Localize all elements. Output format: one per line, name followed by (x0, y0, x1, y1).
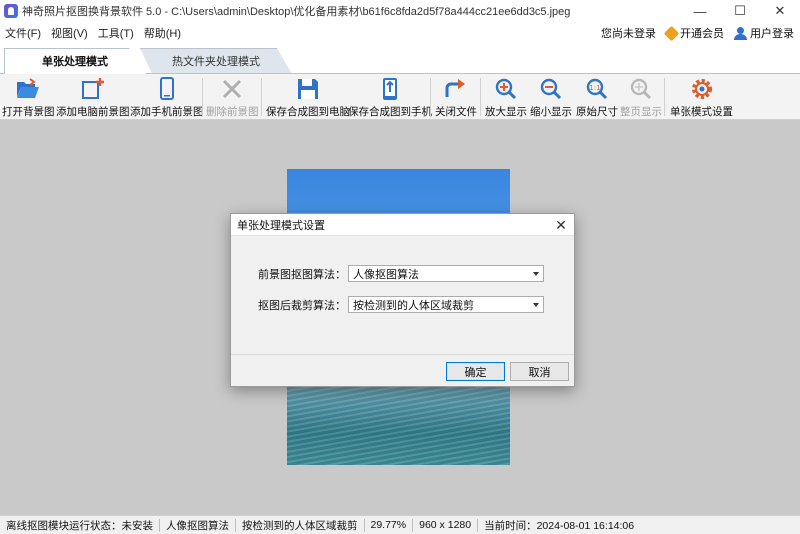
menu-bar: 文件(F) 视图(V) 工具(T) 帮助(H) 您尚未登录 开通会员 用户登录 (0, 22, 800, 44)
add-pc-foreground-button[interactable]: 添加电脑前景图 (56, 76, 130, 119)
mode-tabs: 热文件夹处理模式 单张处理模式 (0, 44, 800, 74)
status-dimensions: 960 x 1280 (413, 518, 479, 532)
dialog-close-button[interactable]: ✕ (548, 214, 574, 236)
crop-algo-label: 抠图后裁剪算法： (258, 299, 346, 312)
gear-icon (689, 76, 715, 102)
cancel-button[interactable]: 取消 (510, 362, 569, 381)
add-phone-foreground-button[interactable]: 添加手机前景图 (130, 76, 204, 119)
fit-page-label: 整页显示 (620, 106, 662, 118)
user-login-link[interactable]: 用户登录 (734, 25, 794, 41)
settings-dialog: 单张处理模式设置 ✕ 前景图抠图算法： 人像抠图算法 抠图后裁剪算法： 按检测到… (230, 213, 575, 387)
title-bar: 神奇照片抠图换背景软件 5.0 - C:\Users\admin\Desktop… (0, 0, 800, 22)
svg-text:1:1: 1:1 (589, 84, 600, 92)
status-crop: 按检测到的人体区域裁剪 (236, 518, 365, 532)
zoom-out-button[interactable]: 缩小显示 (530, 76, 572, 119)
phone-upload-icon (377, 76, 403, 102)
delete-foreground-button[interactable]: 删除前景图 (206, 76, 259, 119)
crop-algo-row: 抠图后裁剪算法： 按检测到的人体区域裁剪 (231, 296, 544, 313)
maximize-button[interactable]: ☐ (720, 0, 760, 22)
single-mode-settings-button[interactable]: 单张模式设置 (670, 76, 733, 119)
window-title: 神奇照片抠图换背景软件 5.0 - C:\Users\admin\Desktop… (22, 6, 571, 18)
toolbar-separator (261, 78, 262, 116)
toolbar-separator (664, 78, 665, 116)
toolbar-separator (202, 78, 203, 116)
fg-algo-row: 前景图抠图算法： 人像抠图算法 (231, 265, 544, 282)
toolbar-separator (430, 78, 431, 116)
menu-tools[interactable]: 工具(T) (93, 25, 139, 41)
save-icon (295, 76, 321, 102)
fg-algo-select[interactable]: 人像抠图算法 (348, 265, 544, 282)
zoom-in-button[interactable]: 放大显示 (485, 76, 527, 119)
menu-view[interactable]: 视图(V) (46, 25, 93, 41)
dialog-body: 前景图抠图算法： 人像抠图算法 抠图后裁剪算法： 按检测到的人体区域裁剪 (231, 236, 574, 355)
login-status: 您尚未登录 (601, 28, 656, 40)
vip-label: 开通会员 (680, 28, 724, 40)
zoom-in-icon (493, 76, 519, 102)
share-exit-icon (443, 76, 469, 102)
delete-icon (219, 76, 245, 102)
add-image-icon (80, 76, 106, 102)
open-background-label: 打开背景图 (2, 106, 55, 118)
crop-algo-select[interactable]: 按检测到的人体区域裁剪 (348, 296, 544, 313)
menu-file[interactable]: 文件(F) (0, 25, 46, 41)
actual-size-icon: 1:1 (584, 76, 610, 102)
add-phone-foreground-label: 添加手机前景图 (130, 106, 204, 118)
save-to-pc-label: 保存合成图到电脑 (266, 106, 350, 118)
close-window-button[interactable]: ✕ (760, 0, 800, 22)
save-to-pc-button[interactable]: 保存合成图到电脑 (266, 76, 350, 119)
folder-open-icon (15, 76, 41, 102)
delete-foreground-label: 删除前景图 (206, 106, 259, 118)
toolbar: 打开背景图 添加电脑前景图 添加手机前景图 删除前景图 保存合成图到电脑 保存合… (0, 74, 800, 120)
save-to-phone-button[interactable]: 保存合成图到手机 (348, 76, 432, 119)
add-pc-foreground-label: 添加电脑前景图 (56, 106, 130, 118)
status-bar: 离线抠图模块运行状态：未安装 人像抠图算法 按检测到的人体区域裁剪 29.77%… (0, 515, 800, 534)
tab-hot-folder[interactable]: 热文件夹处理模式 (140, 48, 292, 74)
minimize-button[interactable]: — (680, 0, 720, 22)
dialog-footer: 确定 取消 (231, 355, 574, 385)
window-controls: — ☐ ✕ (680, 0, 800, 22)
status-time: 当前时间：2024-08-01 16:14:06 (484, 519, 635, 532)
open-background-button[interactable]: 打开背景图 (2, 76, 55, 119)
crop-algo-value: 按检测到的人体区域裁剪 (353, 299, 474, 312)
zoom-in-label: 放大显示 (485, 106, 527, 118)
menu-help[interactable]: 帮助(H) (139, 25, 186, 41)
tab-single[interactable]: 单张处理模式 (4, 48, 146, 74)
zoom-out-icon (538, 76, 564, 102)
status-zoom: 29.77% (365, 518, 414, 532)
close-file-label: 关闭文件 (435, 106, 477, 118)
chevron-down-icon (533, 271, 539, 276)
chevron-down-icon (533, 302, 539, 307)
toolbar-separator (480, 78, 481, 116)
zoom-out-label: 缩小显示 (530, 106, 572, 118)
status-algorithm: 人像抠图算法 (160, 518, 236, 532)
close-file-button[interactable]: 关闭文件 (435, 76, 477, 119)
original-size-label: 原始尺寸 (576, 106, 618, 118)
save-to-phone-label: 保存合成图到手机 (348, 106, 432, 118)
dialog-title: 单张处理模式设置 (237, 219, 325, 232)
diamond-icon (663, 25, 680, 41)
status-module-state: 离线抠图模块运行状态：未安装 (0, 518, 160, 532)
dialog-titlebar: 单张处理模式设置 ✕ (231, 214, 574, 236)
single-mode-settings-label: 单张模式设置 (670, 106, 733, 118)
user-icon (734, 26, 747, 40)
original-size-button[interactable]: 1:1 原始尺寸 (576, 76, 618, 119)
fit-page-button[interactable]: 整页显示 (620, 76, 662, 119)
photo-water-region (287, 385, 510, 465)
phone-icon (154, 76, 180, 102)
vip-link[interactable]: 开通会员 (663, 25, 724, 41)
fg-algo-label: 前景图抠图算法： (258, 268, 346, 281)
app-logo-icon (4, 4, 18, 18)
user-login-label: 用户登录 (750, 28, 794, 40)
ok-button[interactable]: 确定 (446, 362, 505, 381)
fg-algo-value: 人像抠图算法 (353, 268, 419, 281)
account-area: 您尚未登录 开通会员 用户登录 (601, 22, 794, 44)
fit-page-icon (628, 76, 654, 102)
